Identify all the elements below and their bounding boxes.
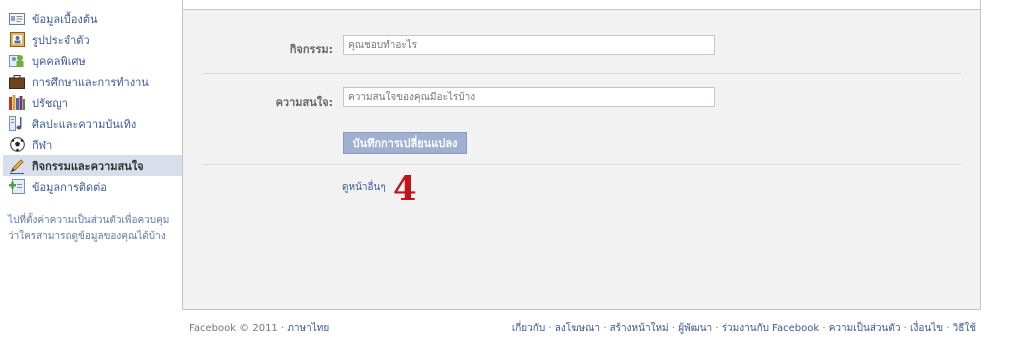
sidebar-item-label: ศิลปะและความบันเทิง bbox=[32, 117, 137, 131]
id-card-icon bbox=[9, 11, 25, 27]
music-icon bbox=[9, 116, 25, 132]
footer-link-advertising[interactable]: ลงโฆษณา bbox=[555, 323, 600, 334]
sidebar-item-contact-info[interactable]: ข้อมูลการติดต่อ bbox=[3, 176, 182, 197]
books-icon bbox=[9, 95, 25, 111]
sidebar-item-label: รูปประจำตัว bbox=[32, 33, 90, 47]
sidebar-item-label: บุคคลพิเศษ bbox=[32, 54, 86, 68]
step-number-annotation: 4 bbox=[393, 169, 417, 209]
interests-input[interactable] bbox=[343, 87, 715, 107]
sidebar-item-label: ปรัชญา bbox=[32, 96, 68, 110]
footer-link-help[interactable]: วิธีใช้ bbox=[953, 323, 976, 334]
privacy-settings-note[interactable]: ไปที่ตั้งค่าความเป็นส่วนตัวเพื่อควบคุมว่… bbox=[8, 213, 178, 245]
activities-label: กิจกรรม: bbox=[289, 43, 333, 56]
sidebar-item-special-people[interactable]: บุคคลพิเศษ bbox=[3, 50, 182, 71]
footer-links: เกี่ยวกับ · ลงโฆษณา · สร้างหน้าใหม่ · ผู… bbox=[511, 323, 976, 334]
briefcase-icon bbox=[9, 74, 25, 90]
people-icon bbox=[9, 53, 25, 69]
sidebar-item-philosophy[interactable]: ปรัชญา bbox=[3, 92, 182, 113]
sidebar-item-profile-picture[interactable]: รูปประจำตัว bbox=[3, 29, 182, 50]
sidebar-item-label: ข้อมูลการติดต่อ bbox=[32, 180, 107, 194]
sidebar-item-activities-interests[interactable]: กิจกรรมและความสนใจ bbox=[3, 155, 182, 176]
sidebar-item-basic-info[interactable]: ข้อมูลเบื้องต้น bbox=[3, 8, 182, 29]
edit-activities-panel: กิจกรรม: ความสนใจ: บันทึกการเปลี่ยนแปลง … bbox=[182, 0, 981, 310]
form-divider bbox=[203, 164, 961, 165]
profile-picture-icon bbox=[9, 32, 25, 48]
sidebar-item-label: การศึกษาและการทำงาน bbox=[32, 75, 149, 89]
footer-link-privacy[interactable]: ความเป็นส่วนตัว bbox=[829, 323, 901, 334]
sidebar-item-label: กีฬา bbox=[32, 138, 53, 152]
sidebar-item-education-work[interactable]: การศึกษาและการทำงาน bbox=[3, 71, 182, 92]
footer-link-about[interactable]: เกี่ยวกับ bbox=[512, 323, 545, 334]
contact-icon bbox=[9, 179, 25, 195]
pencil-icon bbox=[9, 158, 25, 174]
save-changes-button[interactable]: บันทึกการเปลี่ยนแปลง bbox=[343, 132, 467, 154]
activities-input[interactable] bbox=[343, 35, 715, 55]
footer-link-create-page[interactable]: สร้างหน้าใหม่ bbox=[610, 323, 669, 334]
sidebar-item-label: ข้อมูลเบื้องต้น bbox=[32, 12, 98, 26]
page-footer: Facebook © 2011 · ภาษาไทย เกี่ยวกับ · ลง… bbox=[0, 318, 1018, 338]
sidebar-item-label: กิจกรรมและความสนใจ bbox=[32, 159, 144, 173]
copyright-text: Facebook © 2011 · bbox=[189, 323, 288, 334]
see-more-link[interactable]: ดูหน้าอื่นๆ bbox=[342, 180, 386, 195]
footer-copyright: Facebook © 2011 · ภาษาไทย bbox=[189, 321, 329, 336]
language-link[interactable]: ภาษาไทย bbox=[287, 323, 329, 334]
footer-link-careers[interactable]: ร่วมงานกับ Facebook bbox=[722, 323, 819, 334]
form-divider bbox=[203, 73, 961, 74]
panel-top-strip bbox=[183, 0, 980, 10]
soccer-ball-icon bbox=[9, 137, 25, 153]
footer-link-terms[interactable]: เงื่อนไข bbox=[910, 323, 943, 334]
sidebar-item-arts-entertainment[interactable]: ศิลปะและความบันเทิง bbox=[3, 113, 182, 134]
footer-link-developers[interactable]: ผู้พัฒนา bbox=[678, 323, 712, 334]
interests-label: ความสนใจ: bbox=[275, 96, 333, 109]
sidebar-item-sports[interactable]: กีฬา bbox=[3, 134, 182, 155]
